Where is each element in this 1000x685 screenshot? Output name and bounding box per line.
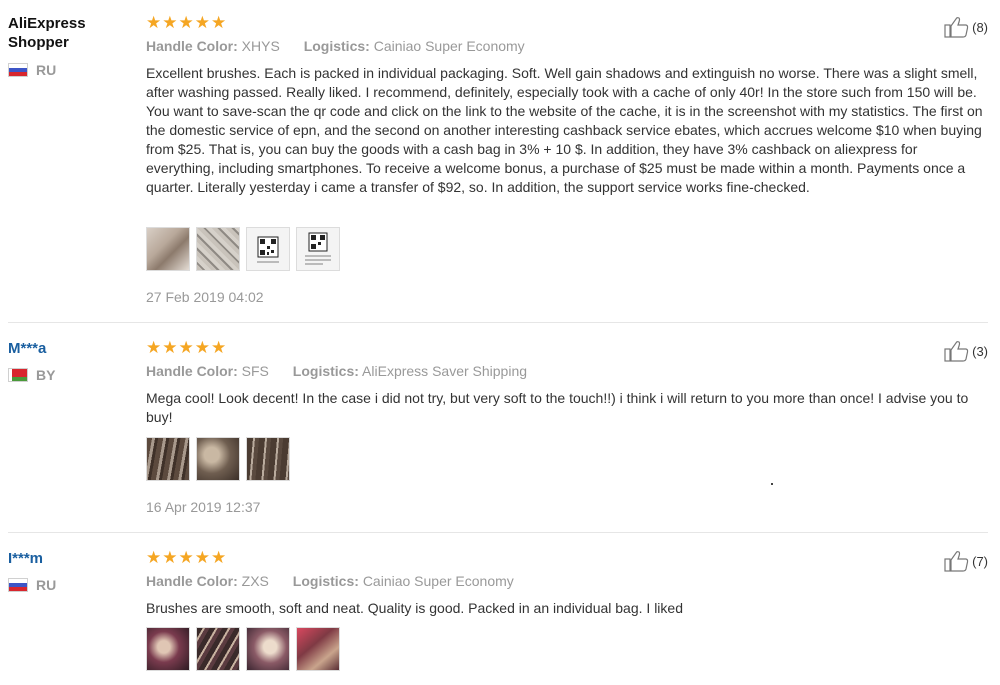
review-attributes: Handle Color: XHYS Logistics: Cainiao Su… [146,38,545,54]
helpful-button[interactable]: (7) [944,550,988,572]
review-photo-thumbnail[interactable] [246,227,290,271]
country-code: RU [36,62,57,78]
review-photo-thumbnail[interactable] [296,627,340,671]
review-attributes: Handle Color: SFS Logistics: AliExpress … [146,363,547,379]
review-photo-thumbnail[interactable] [146,227,190,271]
review-divider [8,532,988,533]
review-photo-thumbnail[interactable] [146,627,190,671]
handle-color-label: Handle Color: [146,38,238,54]
belarus-flag-icon [8,368,28,382]
reviewer-country: BY [8,367,55,383]
logistics-label: Logistics: [303,38,370,54]
star-icon: ★ [194,13,210,32]
reviewer-name[interactable]: I***m [8,549,128,568]
reviewer-name[interactable]: AliExpress Shopper [8,14,128,52]
star-icon: ★ [211,13,227,32]
helpful-count: (3) [972,343,988,359]
review-divider [8,322,988,323]
country-code: BY [36,367,56,383]
handle-color-value: XHYS [241,38,280,54]
logistics-value: Cainiao Super Economy [362,573,514,589]
star-rating: ★ ★ ★ ★ ★ [146,14,227,31]
star-icon: ★ [146,548,162,567]
helpful-count: (8) [972,19,988,35]
star-rating: ★ ★ ★ ★ ★ [146,549,227,566]
handle-color-label: Handle Color: [146,573,238,589]
handle-color-value: SFS [241,363,269,379]
thumbs-up-icon [944,341,969,362]
star-icon: ★ [162,338,178,357]
star-icon: ★ [211,548,227,567]
star-icon: ★ [194,338,210,357]
russia-flag-icon [8,578,28,592]
logistics-label: Logistics: [292,573,359,589]
review-photos [146,437,290,481]
star-icon: ★ [178,548,194,567]
stray-pixel [771,483,773,485]
review-photo-thumbnail[interactable] [196,627,240,671]
reviewer-name[interactable]: M***a [8,339,128,358]
logistics-label: Logistics: [292,363,359,379]
country-code: RU [36,577,57,593]
review-photo-thumbnail[interactable] [196,437,240,481]
review-photo-thumbnail[interactable] [196,227,240,271]
helpful-button[interactable]: (8) [944,16,988,38]
handle-color-label: Handle Color: [146,363,238,379]
star-icon: ★ [178,338,194,357]
review-text: Excellent brushes. Each is packed in ind… [146,65,983,195]
russia-flag-icon [8,63,28,77]
reviewer-country: RU [8,577,56,593]
star-icon: ★ [194,548,210,567]
logistics-value: AliExpress Saver Shipping [362,363,528,379]
star-icon: ★ [211,338,227,357]
star-icon: ★ [162,13,178,32]
qr-code-icon [257,236,279,263]
review-text: Mega cool! Look decent! In the case i di… [146,390,969,425]
thumbs-up-icon [944,17,969,38]
logistics-value: Cainiao Super Economy [373,38,525,54]
helpful-count: (7) [972,553,988,569]
review-photo-thumbnail[interactable] [146,437,190,481]
star-icon: ★ [146,338,162,357]
star-icon: ★ [162,548,178,567]
qr-code-icon [305,232,331,265]
star-icon: ★ [146,13,162,32]
review-text: Brushes are smooth, soft and neat. Quali… [146,600,683,616]
review-date: 16 Apr 2019 12:37 [146,499,261,515]
star-rating: ★ ★ ★ ★ ★ [146,339,227,356]
thumbs-up-icon [944,551,969,572]
helpful-button[interactable]: (3) [944,340,988,362]
review-photos [146,627,340,671]
review-photo-thumbnail[interactable] [296,227,340,271]
reviewer-country: RU [8,62,56,78]
review-attributes: Handle Color: ZXS Logistics: Cainiao Sup… [146,573,534,589]
review-photos [146,227,340,271]
review-photo-thumbnail[interactable] [246,627,290,671]
handle-color-value: ZXS [241,573,269,589]
star-icon: ★ [178,13,194,32]
review-photo-thumbnail[interactable] [246,437,290,481]
review-date: 27 Feb 2019 04:02 [146,289,264,305]
